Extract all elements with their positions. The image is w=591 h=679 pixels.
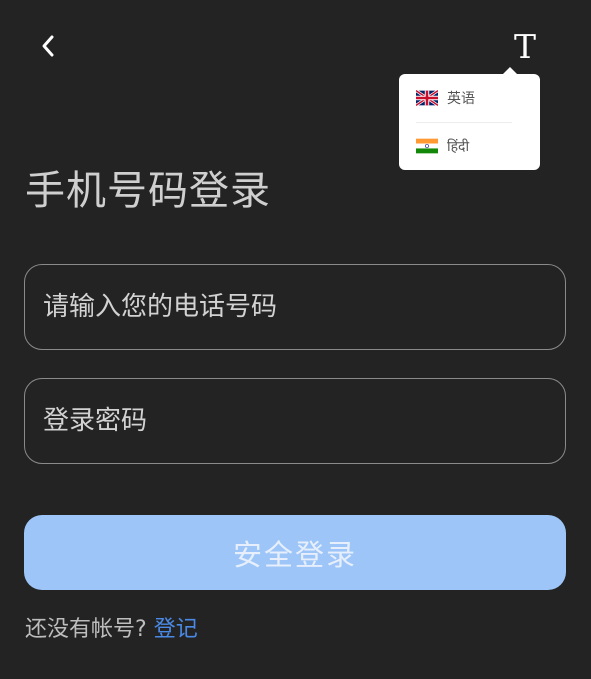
language-option-label: हिंदी [447, 138, 470, 155]
phone-field[interactable] [24, 264, 566, 350]
page-title: 手机号码登录 [25, 168, 271, 214]
chevron-left-icon [42, 35, 54, 57]
register-prompt: 还没有帐号? [25, 617, 147, 642]
back-button[interactable] [30, 28, 66, 64]
phone-input[interactable] [43, 265, 565, 349]
language-menu: 英语 हिंदी [399, 67, 540, 170]
india-flag-icon [416, 138, 438, 154]
password-input[interactable] [43, 379, 565, 463]
uk-flag-icon [416, 90, 438, 106]
language-option-label: 英语 [447, 91, 475, 107]
register-link[interactable]: 登记 [154, 617, 198, 642]
text-size-icon: T [513, 26, 536, 66]
register-prompt-row: 还没有帐号? 登记 [25, 611, 198, 643]
language-option-english[interactable]: 英语 [399, 74, 540, 122]
language-toggle-button[interactable]: T [505, 24, 545, 68]
language-option-hindi[interactable]: हिंदी [399, 122, 540, 170]
password-field[interactable] [24, 378, 566, 464]
login-button[interactable]: 安全登录 [24, 515, 566, 590]
